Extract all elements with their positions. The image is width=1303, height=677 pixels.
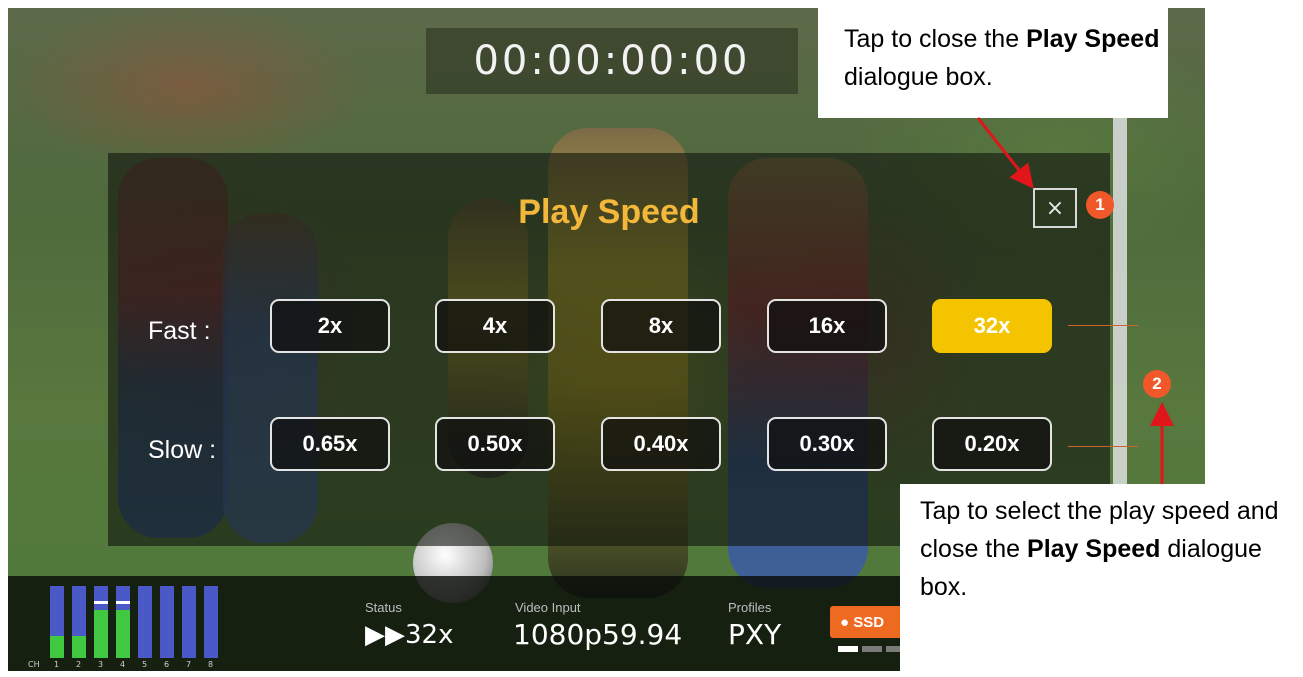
video-input-value: 1080p59.94 (513, 618, 683, 651)
fast-label: Fast : (148, 317, 211, 345)
close-note-prefix: Tap to close the (844, 25, 1027, 53)
close-note-suffix: dialogue box. (844, 63, 993, 91)
channel-label-ch: CH (28, 660, 40, 669)
select-note-bold: Play Speed (1027, 535, 1161, 563)
channel-label-3: 3 (98, 660, 104, 669)
channel-label-2: 2 (76, 660, 82, 669)
timecode-text: 00:00:00:00 (473, 38, 751, 84)
audio-meter-ch8 (204, 586, 218, 658)
channel-label-6: 6 (164, 660, 170, 669)
speed-button-4x[interactable]: 4x (435, 299, 555, 353)
channel-label-7: 7 (186, 660, 192, 669)
speed-button-2x[interactable]: 2x (270, 299, 390, 353)
dialog-title: Play Speed (518, 193, 700, 231)
video-input-label: Video Input (515, 600, 581, 615)
speed-button-0-40x[interactable]: 0.40x (601, 417, 721, 471)
leader-line-slow (1068, 446, 1138, 447)
channel-label-4: 4 (120, 660, 126, 669)
close-note-bold: Play Speed (1026, 25, 1160, 53)
select-annotation: Tap to select the play speed and close t… (900, 484, 1303, 677)
leader-line-fast (1068, 325, 1138, 326)
status-label: Status (365, 600, 402, 615)
speed-button-8x[interactable]: 8x (601, 299, 721, 353)
channel-label-5: 5 (142, 660, 148, 669)
close-icon: × (1045, 195, 1065, 221)
speed-button-0-50x[interactable]: 0.50x (435, 417, 555, 471)
channel-label-1: 1 (54, 660, 60, 669)
speed-button-0-20x[interactable]: 0.20x (932, 417, 1052, 471)
speed-button-32x[interactable]: 32x (932, 299, 1052, 353)
audio-meter-ch2 (72, 586, 86, 658)
audio-meter-ch1 (50, 586, 64, 658)
status-value: ▶▶32x (365, 620, 454, 650)
close-annotation: Tap to close the Play Speed dialogue box… (818, 0, 1168, 118)
speed-button-0-30x[interactable]: 0.30x (767, 417, 887, 471)
audio-meters (50, 584, 230, 658)
callout-badge-1: 1 (1086, 191, 1114, 219)
slow-label: Slow : (148, 436, 217, 464)
channel-label-8: 8 (208, 660, 214, 669)
audio-meter-ch5 (138, 586, 152, 658)
profiles-value: PXY (728, 618, 782, 651)
audio-meter-ch3 (94, 586, 108, 658)
audio-meter-ch6 (160, 586, 174, 658)
profiles-label: Profiles (728, 600, 772, 615)
speed-button-0-65x[interactable]: 0.65x (270, 417, 390, 471)
close-button[interactable]: × (1033, 188, 1077, 228)
audio-meter-ch4 (116, 586, 130, 658)
callout-badge-2: 2 (1143, 370, 1171, 398)
timecode-display: 00:00:00:00 (426, 28, 798, 94)
audio-meter-ch7 (182, 586, 196, 658)
speed-button-16x[interactable]: 16x (767, 299, 887, 353)
